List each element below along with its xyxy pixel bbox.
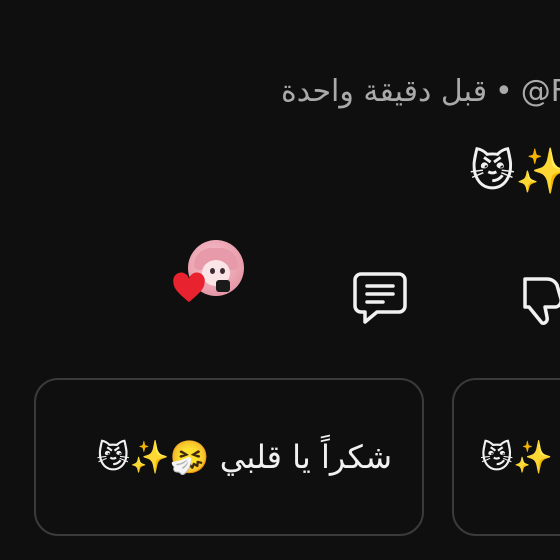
suggested-reply-chip[interactable]: 😼✨ [452, 378, 560, 536]
comment-screen: قبل دقيقة واحدة • @F 😼✨ شكراً يا قلبي 🤧✨😼 [0, 0, 560, 560]
reply-button[interactable] [350, 268, 410, 328]
comment-icon [353, 272, 407, 324]
suggested-reply-text: 😼✨ [480, 438, 554, 476]
dislike-button[interactable] [520, 268, 560, 328]
creator-heart [172, 240, 248, 304]
thumbs-down-icon [523, 277, 560, 325]
separator: • [495, 74, 513, 109]
comment-meta: قبل دقيقة واحدة • @F [281, 74, 560, 109]
comment-text: 😼✨ [469, 146, 560, 197]
suggested-reply-text: شكراً يا قلبي 🤧✨😼 [96, 438, 392, 476]
author-handle[interactable]: @F [521, 74, 560, 109]
timestamp: قبل دقيقة واحدة [281, 74, 488, 109]
heart-icon [173, 272, 205, 303]
suggested-reply-chip[interactable]: شكراً يا قلبي 🤧✨😼 [34, 378, 424, 536]
